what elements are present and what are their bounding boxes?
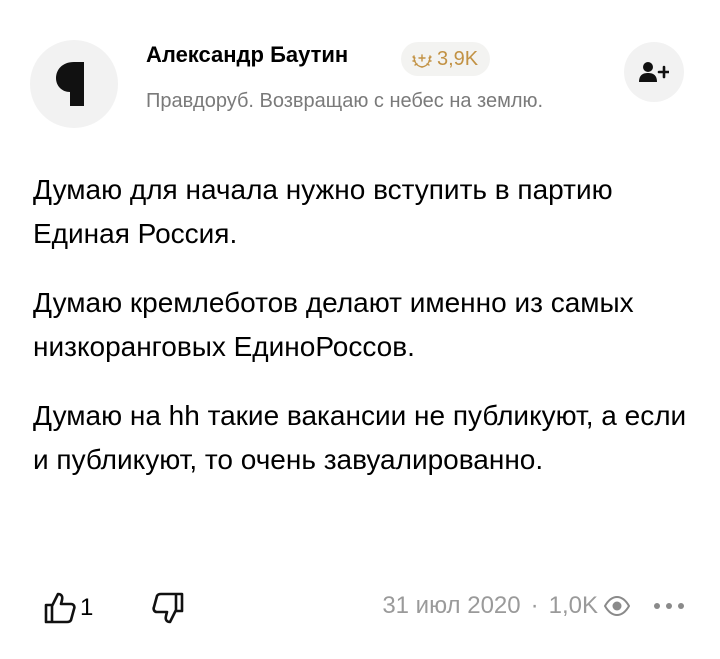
views-counter: 1,0K (549, 592, 630, 620)
post-paragraph: Думаю для начала нужно вступить в партию… (33, 174, 613, 249)
eye-icon (604, 596, 630, 616)
subscribe-button[interactable] (624, 42, 684, 102)
more-dots-icon (654, 603, 660, 609)
post-paragraph: Думаю кремлеботов делают именно из самых… (33, 287, 634, 362)
more-options-button[interactable] (654, 603, 684, 609)
author-name[interactable]: Александр Баутин (146, 42, 348, 68)
badge-count: 3,9K (437, 47, 479, 70)
post-body: Думаю для начала нужно вступить в партию… (33, 168, 693, 507)
author-badge[interactable]: 3,9K (401, 42, 491, 76)
thumbs-up-icon (44, 592, 76, 624)
post-meta: 31 июл 2020 · 1,0K (382, 592, 684, 620)
avatar[interactable] (30, 40, 118, 128)
thumbs-down-icon (152, 592, 184, 624)
meta-separator: · (530, 592, 539, 619)
add-user-icon (639, 62, 669, 82)
post-date: 31 июл 2020 (382, 592, 521, 619)
post-footer: 1 31 июл 2020 · 1,0K (42, 590, 684, 630)
dislike-button[interactable] (150, 590, 186, 631)
quote-glyph-icon (56, 62, 84, 106)
more-dots-icon (666, 603, 672, 609)
like-button[interactable]: 1 (42, 590, 93, 626)
post-paragraph: Думаю на hh такие вакансии не публикуют,… (33, 400, 687, 475)
views-count: 1,0K (548, 592, 598, 619)
author-bio: Правдоруб. Возвращаю с небес на землю. (146, 90, 544, 112)
more-dots-icon (678, 603, 684, 609)
like-count: 1 (80, 594, 94, 621)
laurel-icon (412, 54, 432, 68)
